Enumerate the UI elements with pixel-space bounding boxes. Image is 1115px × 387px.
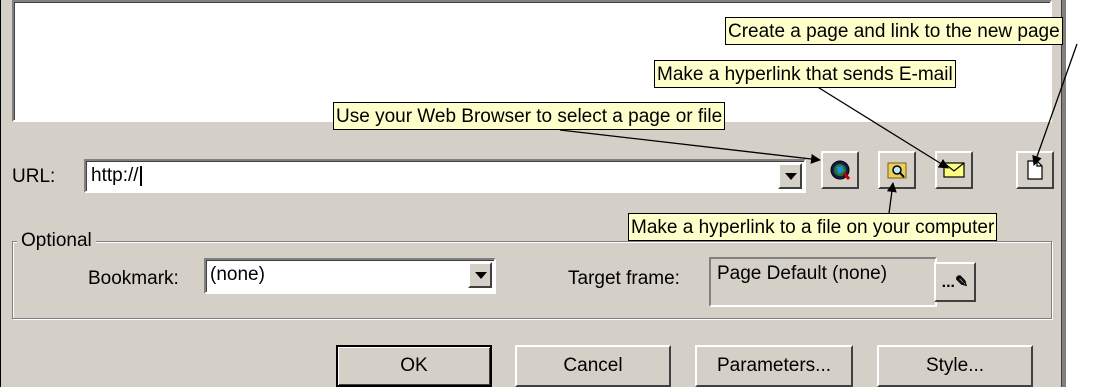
arrow-email	[815, 85, 949, 169]
arrow-new-page	[1032, 43, 1078, 166]
callout-arrows	[559, 43, 1078, 222]
callout-email: Make a hyperlink that sends E-mail	[654, 60, 956, 88]
callout-new-page: Create a page and link to the new page	[725, 17, 1063, 45]
arrow-browser	[559, 129, 821, 164]
callout-browser: Use your Web Browser to select a page or…	[333, 102, 726, 130]
callout-file: Make a hyperlink to a file on your compu…	[628, 213, 998, 241]
